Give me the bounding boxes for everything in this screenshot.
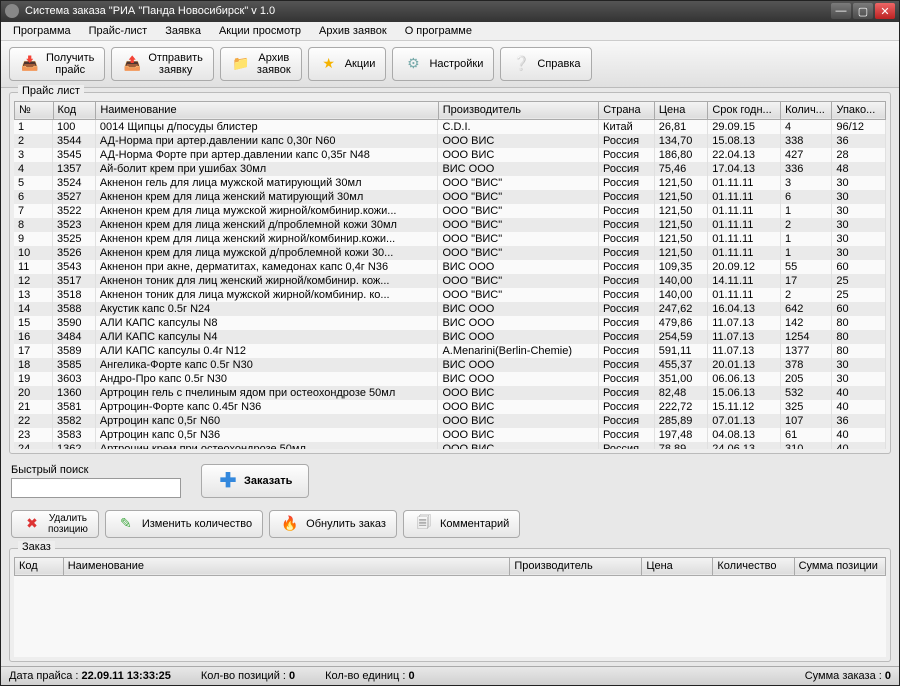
table-row[interactable]: 173589АЛИ КАПС капсулы 0.4г N12A.Menarin…: [14, 344, 886, 358]
upload-icon: 📤: [122, 54, 142, 74]
archive-button[interactable]: 📁Архив заявок: [220, 47, 302, 81]
col-header[interactable]: №: [15, 101, 54, 119]
table-row[interactable]: 193603Андро-Про капс 0.5г N30ВИС ОООРосс…: [14, 372, 886, 386]
status-date: 22.09.11 13:33:25: [82, 670, 171, 682]
statusbar: Дата прайса : 22.09.11 13:33:25 Кол-во п…: [1, 666, 899, 685]
main-window: Система заказа "РИА "Панда Новосибирск" …: [0, 0, 900, 686]
table-row[interactable]: 233583Артроцин капс 0,5г N36ООО ВИСРосси…: [14, 428, 886, 442]
status-pos: 0: [289, 670, 295, 682]
reset-icon: 🔥: [280, 514, 300, 534]
table-row[interactable]: 183585Ангелика-Форте капс 0.5г N30ВИС ОО…: [14, 358, 886, 372]
pricelist-table[interactable]: 11000014 Щипцы д/посуды блистерC.D.I.Кит…: [14, 120, 886, 449]
menu-order[interactable]: Заявка: [157, 23, 209, 39]
comment-icon: 🗐: [414, 514, 434, 534]
app-icon: [5, 4, 19, 18]
table-row[interactable]: 123517Акненон тоник для лиц женский жирн…: [14, 274, 886, 288]
order-group: Заказ КодНаименованиеПроизводительЦенаКо…: [9, 548, 891, 662]
order-button[interactable]: ✚Заказать: [201, 464, 309, 498]
comment-button[interactable]: 🗐Комментарий: [403, 510, 520, 538]
table-row[interactable]: 163484АЛИ КАПС капсулы N4ВИС ОООРоссия25…: [14, 330, 886, 344]
search-label: Быстрый поиск: [11, 464, 181, 476]
table-row[interactable]: 241362Артроцин крем при остеохондрозе 50…: [14, 442, 886, 449]
menu-about[interactable]: О программе: [397, 23, 480, 39]
edit-icon: ✎: [116, 514, 136, 534]
order-legend: Заказ: [18, 541, 55, 553]
table-row[interactable]: 133518Акненон тоник для лица мужской жир…: [14, 288, 886, 302]
table-row[interactable]: 53524Акненон гель для лица мужской матир…: [14, 176, 886, 190]
col-header[interactable]: Производитель: [438, 101, 599, 119]
status-units-label: Кол-во единиц :: [325, 670, 408, 682]
pricelist-legend: Прайс лист: [18, 85, 84, 97]
menu-promo[interactable]: Акции просмотр: [211, 23, 309, 39]
col-header[interactable]: Наименование: [96, 101, 438, 119]
reset-order-button[interactable]: 🔥Обнулить заказ: [269, 510, 397, 538]
gear-icon: ⚙: [403, 54, 423, 74]
plus-icon: ✚: [218, 471, 238, 491]
search-row: Быстрый поиск ✚Заказать: [1, 458, 899, 504]
delete-icon: ✖: [22, 514, 42, 534]
table-row[interactable]: 103526Акненон крем для лица мужской д/пр…: [14, 246, 886, 260]
delete-position-button[interactable]: ✖Удалить позицию: [11, 510, 99, 538]
pricelist-group: Прайс лист №КодНаименованиеПроизводитель…: [9, 92, 891, 454]
menubar: Программа Прайс-лист Заявка Акции просмо…: [1, 22, 899, 41]
window-title: Система заказа "РИА "Панда Новосибирск" …: [25, 5, 831, 17]
menu-pricelist[interactable]: Прайс-лист: [81, 23, 156, 39]
table-row[interactable]: 93525Акненон крем для лица женский жирно…: [14, 232, 886, 246]
status-sum: 0: [885, 670, 891, 682]
col-header[interactable]: Упако...: [832, 101, 886, 119]
maximize-button[interactable]: ▢: [853, 3, 873, 19]
table-row[interactable]: 153590АЛИ КАПС капсулы N8ВИС ОООРоссия47…: [14, 316, 886, 330]
promo-button[interactable]: ★Акции: [308, 47, 387, 81]
table-row[interactable]: 41357Ай-болит крем при ушибах 30млВИС ОО…: [14, 162, 886, 176]
edit-qty-button[interactable]: ✎Изменить количество: [105, 510, 263, 538]
col-header[interactable]: Наименование: [63, 557, 510, 575]
col-header[interactable]: Код: [53, 101, 96, 119]
help-icon: ❔: [511, 54, 531, 74]
order-toolbar: ✖Удалить позицию ✎Изменить количество 🔥О…: [1, 504, 899, 544]
table-row[interactable]: 113543Акненон при акне, дерматитах, каме…: [14, 260, 886, 274]
col-header[interactable]: Срок годн...: [708, 101, 781, 119]
main-toolbar: 📥Получить прайс 📤Отправить заявку 📁Архив…: [1, 41, 899, 88]
table-row[interactable]: 33545АД-Норма Форте при артер.давлении к…: [14, 148, 886, 162]
minimize-button[interactable]: —: [831, 3, 851, 19]
download-icon: 📥: [20, 54, 40, 74]
close-button[interactable]: ✕: [875, 3, 895, 19]
col-header[interactable]: Код: [15, 557, 64, 575]
table-row[interactable]: 143588Акустик капс 0.5г N24ВИС ОООРоссия…: [14, 302, 886, 316]
col-header[interactable]: Количество: [713, 557, 794, 575]
col-header[interactable]: Сумма позиции: [794, 557, 885, 575]
archive-icon: 📁: [231, 54, 251, 74]
pricelist-header: №КодНаименованиеПроизводительСтранаЦенаС…: [14, 101, 886, 120]
table-row[interactable]: 73522Акненон крем для лица мужской жирно…: [14, 204, 886, 218]
col-header[interactable]: Страна: [599, 101, 655, 119]
menu-program[interactable]: Программа: [5, 23, 79, 39]
col-header[interactable]: Цена: [642, 557, 713, 575]
col-header[interactable]: Цена: [654, 101, 708, 119]
pricelist-scroll[interactable]: 11000014 Щипцы д/посуды блистерC.D.I.Кит…: [14, 120, 886, 449]
table-row[interactable]: 83523Акненон крем для лица женский д/про…: [14, 218, 886, 232]
star-icon: ★: [319, 54, 339, 74]
help-button[interactable]: ❔Справка: [500, 47, 591, 81]
titlebar: Система заказа "РИА "Панда Новосибирск" …: [1, 1, 899, 22]
table-row[interactable]: 201360Артроцин гель с пчелиным ядом при …: [14, 386, 886, 400]
status-units: 0: [409, 670, 415, 682]
table-row[interactable]: 23544АД-Норма при артер.давлении капс 0,…: [14, 134, 886, 148]
menu-archive[interactable]: Архив заявок: [311, 23, 395, 39]
get-price-button[interactable]: 📥Получить прайс: [9, 47, 105, 81]
col-header[interactable]: Производитель: [510, 557, 642, 575]
settings-button[interactable]: ⚙Настройки: [392, 47, 494, 81]
table-row[interactable]: 11000014 Щипцы д/посуды блистерC.D.I.Кит…: [14, 120, 886, 134]
status-date-label: Дата прайса :: [9, 670, 82, 682]
col-header[interactable]: Колич...: [781, 101, 832, 119]
table-row[interactable]: 63527Акненон крем для лица женский матир…: [14, 190, 886, 204]
send-order-button[interactable]: 📤Отправить заявку: [111, 47, 214, 81]
status-sum-label: Сумма заказа :: [805, 670, 885, 682]
order-header: КодНаименованиеПроизводительЦенаКоличест…: [14, 557, 886, 576]
order-scroll[interactable]: [14, 576, 886, 657]
table-row[interactable]: 213581Артроцин-Форте капс 0.45г N36ООО В…: [14, 400, 886, 414]
table-row[interactable]: 223582Артроцин капс 0,5г N60ООО ВИСРосси…: [14, 414, 886, 428]
status-pos-label: Кол-во позиций :: [201, 670, 289, 682]
search-input[interactable]: [11, 478, 181, 498]
